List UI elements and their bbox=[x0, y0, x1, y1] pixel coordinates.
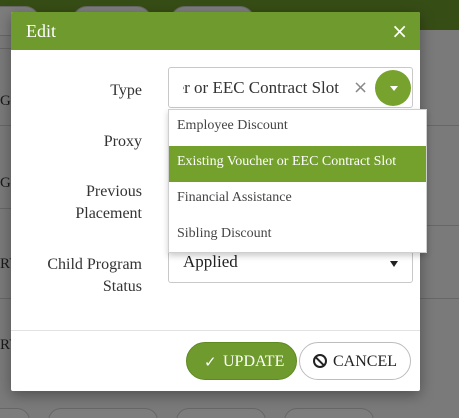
type-select-value[interactable]: er or EEC Contract Slot bbox=[183, 78, 339, 98]
status-value: Applied bbox=[183, 252, 238, 271]
cancel-button-label: CANCEL bbox=[333, 353, 397, 370]
type-select[interactable]: er or EEC Contract Slot × bbox=[168, 67, 413, 108]
dropdown-option[interactable]: Employee Discount bbox=[169, 110, 426, 146]
type-select-value-text: er or EEC Contract Slot bbox=[183, 78, 339, 97]
child-program-status-label: Child Program Status bbox=[11, 254, 142, 298]
dropdown-option[interactable]: Financial Assistance bbox=[169, 182, 426, 218]
update-button[interactable]: ✓ UPDATE bbox=[186, 342, 297, 380]
dropdown-option[interactable]: Sibling Discount bbox=[169, 218, 426, 254]
update-button-label: UPDATE bbox=[223, 353, 285, 370]
previous-placement-label: Previous Placement bbox=[11, 181, 142, 225]
cancel-button[interactable]: CANCEL bbox=[299, 342, 411, 380]
previous-placement-label-line: Previous bbox=[86, 183, 142, 200]
child-program-status-label-line: Child Program bbox=[47, 256, 142, 273]
type-label: Type bbox=[110, 82, 142, 99]
close-icon[interactable]: × bbox=[391, 21, 408, 41]
modal-header: Edit × bbox=[11, 12, 420, 50]
footer-divider bbox=[11, 330, 420, 331]
previous-placement-label-line: Placement bbox=[75, 205, 142, 222]
caret-down-icon bbox=[390, 261, 398, 267]
ban-icon bbox=[313, 354, 327, 368]
child-program-status-label-line: Status bbox=[102, 278, 142, 295]
check-icon: ✓ bbox=[204, 353, 217, 371]
clear-icon[interactable]: × bbox=[353, 77, 368, 98]
dropdown-option-selected[interactable]: Existing Voucher or EEC Contract Slot bbox=[169, 146, 426, 182]
type-dropdown-list: Employee Discount Existing Voucher or EE… bbox=[168, 109, 427, 253]
chevron-down-icon[interactable] bbox=[375, 70, 411, 106]
proxy-label: Proxy bbox=[103, 133, 142, 150]
edit-modal: Edit × Type Proxy Previous Placement Chi… bbox=[11, 12, 427, 391]
modal-title: Edit bbox=[26, 21, 56, 41]
